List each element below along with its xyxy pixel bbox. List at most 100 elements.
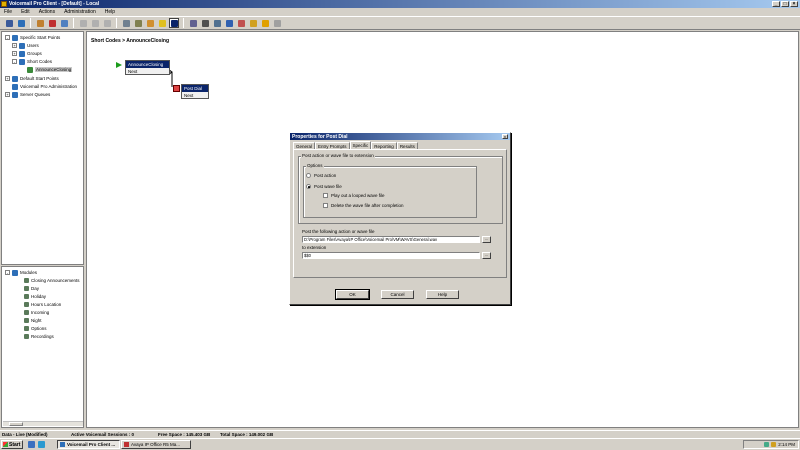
horizontal-scrollbar[interactable]: [3, 421, 83, 426]
flow-actions-icon[interactable]: [236, 18, 246, 28]
queue-icon: [12, 91, 18, 98]
save-publish-icon[interactable]: [16, 18, 26, 28]
basic-actions-icon[interactable]: [188, 18, 198, 28]
start-points-tree[interactable]: - Specific Start Points + Users + Groups…: [1, 31, 84, 265]
database-actions-icon[interactable]: [260, 18, 270, 28]
post-action-field-label: Post the following action or wave file: [302, 229, 375, 234]
collapse-icon[interactable]: -: [5, 35, 10, 40]
next-result[interactable]: Next: [126, 68, 169, 74]
configuration-actions-icon[interactable]: [224, 18, 234, 28]
expand-icon[interactable]: +: [5, 92, 10, 97]
browse-extension-button[interactable]: ...: [482, 252, 491, 259]
tab-reporting[interactable]: Reporting: [371, 142, 397, 149]
delete-icon[interactable]: [47, 18, 57, 28]
menu-file[interactable]: File: [4, 9, 12, 15]
action-node-title: AnnounceClosing: [126, 61, 169, 68]
close-button[interactable]: ×: [790, 1, 798, 7]
telephony-actions-icon[interactable]: [200, 18, 210, 28]
start-play-icon: [116, 62, 122, 68]
help-button[interactable]: Help: [426, 290, 459, 299]
tree-item-voicemail-pro-administration[interactable]: Voicemail Pro Administration: [12, 83, 77, 90]
post-wave-file-radio[interactable]: [306, 184, 311, 189]
module-item[interactable]: Night: [24, 317, 42, 324]
collapse-icon[interactable]: -: [5, 270, 10, 275]
module-item[interactable]: Closing Announcements: [24, 277, 80, 284]
menu-actions[interactable]: Actions: [39, 9, 55, 15]
menu-bar: File Edit Actions Administration Help: [0, 8, 800, 16]
browser-icon[interactable]: [38, 441, 45, 448]
extension-field[interactable]: $$0: [302, 252, 480, 259]
collapse-icon[interactable]: -: [12, 59, 17, 64]
user-icon[interactable]: [35, 18, 45, 28]
modules-tree[interactable]: - Modules Closing Announcements Day Holi…: [1, 266, 84, 428]
tree-item-users[interactable]: + Users: [12, 42, 39, 49]
ok-button[interactable]: OK: [335, 289, 370, 300]
module-icon: [24, 302, 29, 307]
menu-help[interactable]: Help: [105, 9, 115, 15]
scrollbar-thumb[interactable]: [9, 422, 23, 426]
module-icon: [24, 334, 29, 339]
group-label: Post action or wave file to extension: [301, 153, 375, 158]
tree-item-announce-closing[interactable]: AnnounceClosing: [27, 66, 73, 73]
action-node-announce-closing[interactable]: AnnounceClosing Next: [125, 60, 170, 75]
tab-general[interactable]: General: [293, 142, 316, 149]
connection-icon[interactable]: [121, 18, 131, 28]
window-title-bar[interactable]: Voicemail Pro Client - [Default] - Local…: [0, 0, 800, 8]
edit-icon[interactable]: [145, 18, 155, 28]
expand-icon[interactable]: +: [12, 51, 17, 56]
voicemail-app-icon: [60, 442, 65, 447]
star-icon[interactable]: [157, 18, 167, 28]
start-button[interactable]: Start: [1, 440, 23, 449]
tree-item-server-queues[interactable]: + Server Queues: [5, 91, 50, 98]
network-icon[interactable]: [764, 442, 770, 447]
delete-wave-checkbox[interactable]: [323, 203, 328, 208]
tree-item-specific-start-points[interactable]: - Specific Start Points: [5, 34, 60, 41]
tree-item-modules[interactable]: - Modules: [5, 269, 37, 276]
tree-item-default-start-points[interactable]: + Default Start Points: [5, 75, 59, 82]
find-icon[interactable]: [59, 18, 69, 28]
tree-item-groups[interactable]: + Groups: [12, 50, 42, 57]
users-icon: [19, 42, 25, 49]
taskbar-item-ipoffice[interactable]: Avaya IP Office R5 Ma...: [121, 440, 191, 449]
menu-administration[interactable]: Administration: [64, 9, 96, 15]
queue-actions-icon[interactable]: [272, 18, 282, 28]
module-item[interactable]: Day: [24, 285, 39, 292]
status-bar: Data - Live (Modified) Active Voicemail …: [0, 430, 800, 438]
condition-icon[interactable]: [133, 18, 143, 28]
maximize-button[interactable]: □: [781, 1, 789, 7]
menu-edit[interactable]: Edit: [21, 9, 30, 15]
module-item[interactable]: Hours Location: [24, 301, 61, 308]
mailbox-actions-icon[interactable]: [212, 18, 222, 28]
minimize-button[interactable]: _: [772, 1, 780, 7]
expand-icon[interactable]: +: [12, 43, 17, 48]
dialog-tabs: General Entry Prompts Specific Reporting…: [293, 141, 418, 149]
pointer-icon[interactable]: [169, 18, 179, 28]
cancel-button[interactable]: Cancel: [381, 290, 414, 299]
taskbar-item-voicemail[interactable]: Voicemail Pro Client ...: [57, 440, 120, 449]
dialog-close-button[interactable]: x: [502, 134, 508, 139]
post-action-radio[interactable]: [306, 173, 311, 178]
next-result[interactable]: Next: [182, 92, 208, 98]
looped-wave-checkbox[interactable]: [323, 193, 328, 198]
module-item[interactable]: Incoming: [24, 309, 49, 316]
desktop-icon[interactable]: [28, 441, 35, 448]
post-action-field[interactable]: D:\Program Files\Avaya\IP Office\Voicema…: [302, 236, 480, 243]
module-item[interactable]: Recordings: [24, 333, 54, 340]
tab-entry-prompts[interactable]: Entry Prompts: [315, 142, 350, 149]
cut-icon[interactable]: [78, 18, 88, 28]
tab-results[interactable]: Results: [396, 142, 418, 149]
condition-actions-icon[interactable]: [248, 18, 258, 28]
tree-item-short-codes[interactable]: - Short Codes: [12, 58, 52, 65]
action-node-title: Post Dial: [182, 85, 208, 92]
tab-specific[interactable]: Specific: [349, 141, 372, 149]
expand-icon[interactable]: +: [5, 76, 10, 81]
properties-dialog[interactable]: Properties for Post Dial x General Entry…: [289, 132, 511, 305]
paste-icon[interactable]: [102, 18, 112, 28]
volume-icon[interactable]: [771, 442, 777, 447]
module-item[interactable]: Holiday: [24, 293, 46, 300]
browse-wave-button[interactable]: ...: [482, 236, 491, 243]
action-node-post-dial[interactable]: Post Dial Next: [181, 84, 209, 99]
copy-icon[interactable]: [90, 18, 100, 28]
save-icon[interactable]: [4, 18, 14, 28]
module-item[interactable]: Options: [24, 325, 47, 332]
